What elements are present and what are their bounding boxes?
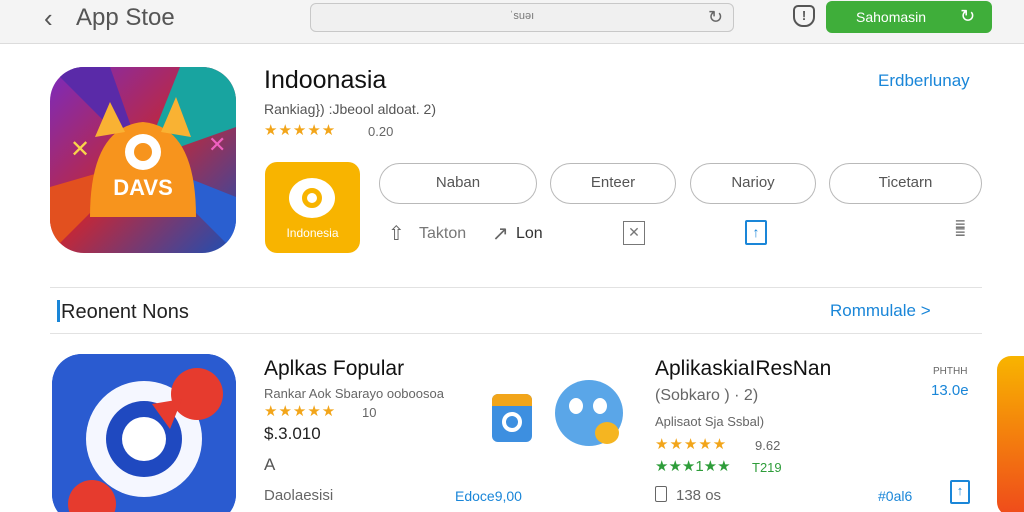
category-label: Daolaesisi xyxy=(264,487,334,504)
divider xyxy=(50,333,982,334)
upload-icon[interactable]: ↑ xyxy=(950,480,970,504)
rating-score: 9.62 xyxy=(755,438,781,453)
app-icon-popular-art xyxy=(52,354,236,512)
section-marker xyxy=(57,300,60,322)
share-label[interactable]: Takton xyxy=(419,225,466,243)
link-icon[interactable]: ↗ xyxy=(492,221,509,246)
mascot-eye xyxy=(593,398,607,414)
device-icon xyxy=(655,486,667,502)
search-input[interactable]: ˈsuəı ↻ xyxy=(310,3,734,32)
action-button[interactable]: Sahomasin ↻ xyxy=(826,1,992,33)
see-all-link[interactable]: Rommulale > xyxy=(830,301,931,321)
rating-count-secondary: T219 xyxy=(752,460,782,475)
app-title: App Stoe xyxy=(76,4,175,31)
price-value[interactable]: 13.0e xyxy=(931,382,969,399)
camera-icon xyxy=(502,412,522,432)
size-label: 138 os xyxy=(676,487,722,504)
app-title-hero[interactable]: Indoonasia xyxy=(264,66,386,95)
chevron-left-icon[interactable]: ‹ xyxy=(44,5,70,32)
app-title-popular[interactable]: Aplkas Fopular xyxy=(264,357,404,381)
refresh-icon: ↻ xyxy=(960,6,976,26)
action-button-label: Sahomasin xyxy=(856,9,927,25)
price: $.3.010 xyxy=(264,424,321,443)
app-title-2[interactable]: AplikaskiaIResNan xyxy=(655,357,831,381)
pill-button-2[interactable]: Enteer xyxy=(550,163,676,204)
rating-count: 10 xyxy=(362,405,377,420)
reload-icon[interactable]: ↻ xyxy=(708,7,723,28)
app-icon-text: DAVS xyxy=(113,175,173,200)
mascot-icon[interactable] xyxy=(555,380,623,446)
age-rating: A xyxy=(264,455,276,474)
chat-bubble-icon xyxy=(289,178,335,218)
divider xyxy=(50,287,982,288)
upload-icon[interactable]: ↑ xyxy=(745,220,767,245)
camera-app-icon[interactable] xyxy=(492,394,532,442)
rating-stars: ★★★★★ xyxy=(264,403,337,420)
svg-text:✕: ✕ xyxy=(208,133,226,158)
top-bar: ‹ App Stoe ˈsuəı ↻ ! Sahomasin ↻ xyxy=(0,0,1024,44)
partial-app-icon[interactable] xyxy=(997,356,1024,512)
shield-icon[interactable]: ! xyxy=(793,5,815,27)
mascot-eye xyxy=(569,398,583,414)
developer-link[interactable]: Erdberlunay xyxy=(878,71,970,91)
mascot-belly xyxy=(595,422,619,444)
rating-stars: ★★★★★ xyxy=(655,436,728,453)
share-icon[interactable]: ⇧ xyxy=(388,221,405,246)
app-icon-art: DAVS ✕ ✕ xyxy=(50,67,236,253)
settings-sliders-icon[interactable]: ≡ ≡ xyxy=(955,215,981,241)
chat-bubble-inner xyxy=(302,188,322,208)
price-label: PHTHH xyxy=(933,366,968,377)
lon-label[interactable]: Lon xyxy=(516,225,543,243)
app-subtitle: Rankiag}) :Jbeool aldoat. 2) xyxy=(264,101,436,117)
rating-stars-secondary: ★★★1★★ xyxy=(655,458,731,475)
svg-text:✕: ✕ xyxy=(70,135,90,163)
app-sub-2b: Aplisaot Sja Ssbal) xyxy=(655,414,765,429)
small-app-icon[interactable]: Indonesia xyxy=(265,162,360,253)
small-app-label: Indonesia xyxy=(286,226,339,240)
pill-button-4[interactable]: Ticetarn xyxy=(829,163,982,204)
get-link-2[interactable]: #0al6 xyxy=(878,488,912,504)
camera-app-top xyxy=(492,394,532,406)
rating-stars: ★★★★★ xyxy=(264,122,337,139)
section-title: Reonent Nons xyxy=(61,301,189,323)
pill-button-3[interactable]: Narioy xyxy=(690,163,816,204)
rating-score: 0.20 xyxy=(368,124,394,139)
get-link[interactable]: Edoce9,00 xyxy=(455,488,522,504)
app-sub-popular: Rankar Aok Sbarayo ooboosoa xyxy=(264,386,444,401)
app-icon-popular[interactable] xyxy=(52,354,236,512)
app-icon-hero[interactable]: DAVS ✕ ✕ xyxy=(50,67,236,253)
search-text: ˈsuəı xyxy=(509,10,535,22)
app-sub-2: (Sobkaro ) · 2) xyxy=(655,387,759,404)
pill-button-1[interactable]: Naban xyxy=(379,163,537,204)
close-box-icon[interactable]: ✕ xyxy=(623,221,645,245)
